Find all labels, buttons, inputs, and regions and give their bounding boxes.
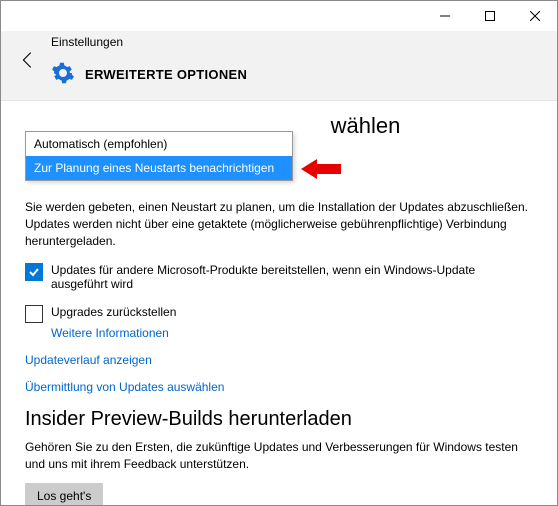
minimize-button[interactable] <box>422 1 467 31</box>
delivery-optimization-link[interactable]: Übermittlung von Updates auswählen <box>25 380 224 394</box>
checkbox-defer-upgrades[interactable]: Upgrades zurückstellen <box>25 305 533 323</box>
header: Einstellungen ERWEITERTE OPTIONEN <box>1 31 557 101</box>
dropdown-option-automatic[interactable]: Automatisch (empfohlen) <box>26 132 292 156</box>
description-text: Sie werden gebeten, einen Neustart zu pl… <box>25 199 533 249</box>
checkbox-label: Updates für andere Microsoft-Produkte be… <box>51 263 533 291</box>
install-method-dropdown[interactable]: Automatisch (empfohlen) Zur Planung eine… <box>25 131 293 181</box>
back-button[interactable] <box>17 49 39 75</box>
insider-description: Gehören Sie zu den Ersten, die zukünftig… <box>25 439 533 473</box>
update-history-link[interactable]: Updateverlauf anzeigen <box>25 353 152 367</box>
checkbox-other-products[interactable]: Updates für andere Microsoft-Produkte be… <box>25 263 533 291</box>
insider-go-button[interactable]: Los geht's <box>25 483 103 505</box>
more-info-link[interactable]: Weitere Informationen <box>51 326 169 340</box>
titlebar <box>1 1 557 31</box>
content: wählen Automatisch (empfohlen) Zur Planu… <box>1 101 557 505</box>
header-title-area: Einstellungen ERWEITERTE OPTIONEN <box>51 35 247 88</box>
settings-window: Einstellungen ERWEITERTE OPTIONEN wählen… <box>0 0 558 506</box>
maximize-button[interactable] <box>467 1 512 31</box>
app-name: Einstellungen <box>51 35 247 49</box>
annotation-arrow-icon <box>301 157 341 184</box>
checkbox-icon <box>25 263 43 281</box>
close-button[interactable] <box>512 1 557 31</box>
dropdown-option-notify-restart[interactable]: Zur Planung eines Neustarts benachrichti… <box>26 156 292 180</box>
page-title: ERWEITERTE OPTIONEN <box>85 67 247 82</box>
insider-heading: Insider Preview-Builds herunterladen <box>25 408 533 431</box>
checkbox-icon <box>25 305 43 323</box>
checkbox-label: Upgrades zurückstellen <box>51 305 176 319</box>
gear-icon <box>51 61 75 88</box>
window-controls <box>422 1 557 31</box>
